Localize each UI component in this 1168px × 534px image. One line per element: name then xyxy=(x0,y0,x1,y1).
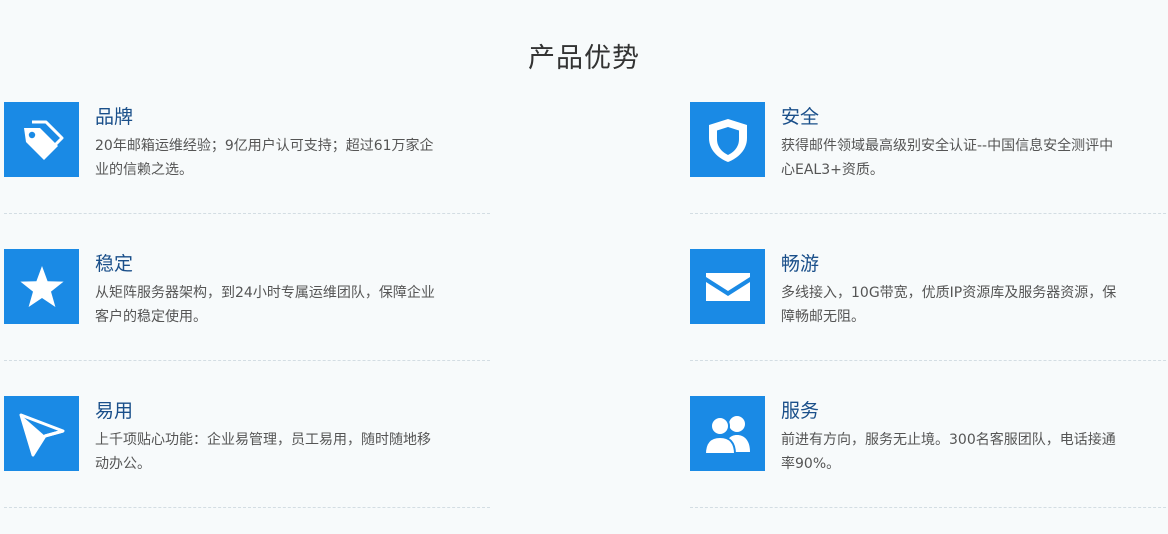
feature-connectivity: 畅游 多线接入，10G带宽，优质IP资源库及服务器资源，保障畅邮无阻。 xyxy=(690,249,1168,361)
divider xyxy=(690,507,1168,508)
product-advantages-section: 产品优势 品牌 20年邮箱运维经验；9亿用户认可支持；超过61万家企业的信赖之选… xyxy=(0,0,1168,534)
feature-description: 上千项贴心功能：企业易管理，员工易用，随时随地移动办公。 xyxy=(95,432,431,472)
feature-title: 稳定 xyxy=(95,253,134,275)
divider xyxy=(690,213,1168,214)
feature-service: 服务 前进有方向，服务无止境。300名客服团队，电话接通率90%。 xyxy=(690,396,1168,508)
feature-usability: 易用 上千项贴心功能：企业易管理，员工易用，随时随地移动办公。 xyxy=(4,396,490,508)
shield-icon xyxy=(690,102,765,177)
feature-stability: 稳定 从矩阵服务器架构，到24小时专属运维团队，保障企业客户的稳定使用。 xyxy=(4,249,490,361)
paper-plane-icon xyxy=(4,396,79,471)
feature-title: 品牌 xyxy=(95,106,134,128)
feature-description: 从矩阵服务器架构，到24小时专属运维团队，保障企业客户的稳定使用。 xyxy=(95,285,435,325)
feature-description: 多线接入，10G带宽，优质IP资源库及服务器资源，保障畅邮无阻。 xyxy=(781,285,1117,325)
feature-brand: 品牌 20年邮箱运维经验；9亿用户认可支持；超过61万家企业的信赖之选。 xyxy=(4,102,490,214)
divider xyxy=(690,360,1168,361)
divider xyxy=(4,360,490,361)
star-icon xyxy=(4,249,79,324)
feature-title: 安全 xyxy=(781,106,820,128)
feature-security: 安全 获得邮件领域最高级别安全认证--中国信息安全测评中心EAL3+资质。 xyxy=(690,102,1168,214)
envelope-icon xyxy=(690,249,765,324)
divider xyxy=(4,213,490,214)
feature-description: 获得邮件领域最高级别安全认证--中国信息安全测评中心EAL3+资质。 xyxy=(781,138,1114,178)
section-title: 产品优势 xyxy=(528,43,640,74)
feature-title: 服务 xyxy=(781,400,820,422)
feature-description: 前进有方向，服务无止境。300名客服团队，电话接通率90%。 xyxy=(781,432,1116,472)
feature-title: 易用 xyxy=(95,400,134,422)
divider xyxy=(4,507,490,508)
users-icon xyxy=(690,396,765,471)
tag-icon xyxy=(4,102,79,177)
feature-title: 畅游 xyxy=(781,253,820,275)
feature-description: 20年邮箱运维经验；9亿用户认可支持；超过61万家企业的信赖之选。 xyxy=(95,138,434,178)
